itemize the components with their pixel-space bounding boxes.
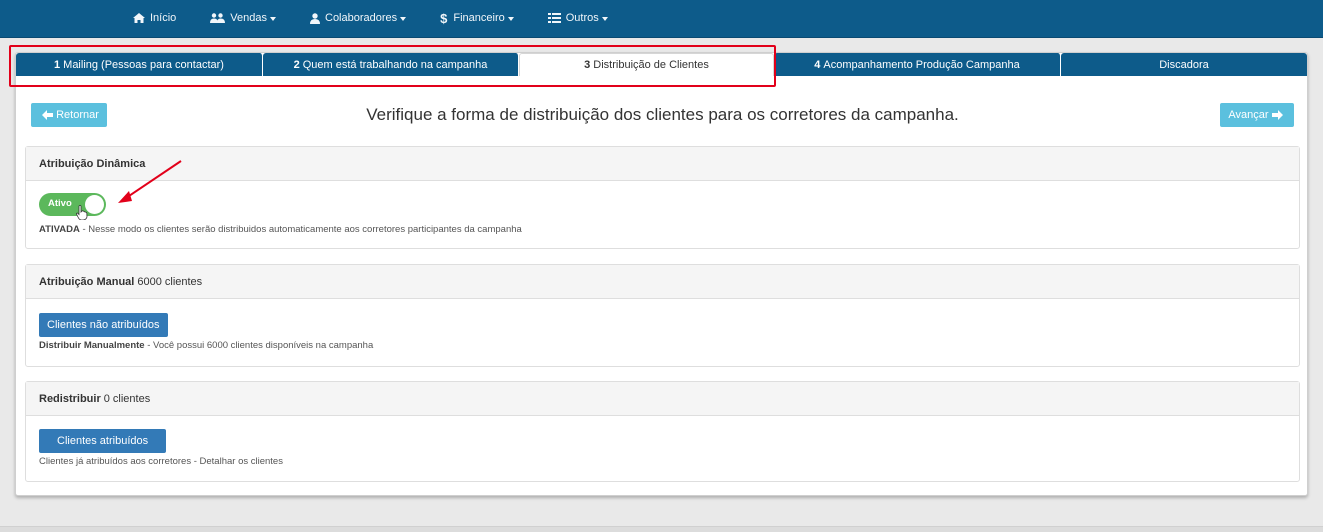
dynamic-toggle-switch[interactable]: Ativo	[39, 193, 106, 216]
nav-item-outros[interactable]: Outros	[547, 12, 608, 24]
redistribute-description: Clientes já atribuídos aos corretores - …	[39, 456, 283, 467]
tab-number: 1	[54, 58, 61, 71]
client-count: 6000 clientes	[137, 275, 203, 288]
nav-item-label: Início	[150, 12, 177, 24]
tab-label: Discadora	[1159, 58, 1209, 71]
list-icon	[547, 13, 561, 23]
toggle-label: Ativo	[48, 198, 72, 209]
tab-bar: 1 Mailing (Pessoas para contactar) 2 Quem …	[16, 53, 1307, 76]
panel-heading: Redistribuir 0 clientes	[26, 382, 1299, 416]
nav-item-label: Colaboradores	[325, 12, 398, 24]
tab-mailing[interactable]: 1 Mailing (Pessoas para contactar)	[16, 53, 263, 76]
caret-down-icon	[601, 16, 608, 21]
top-navbar: Início Vendas Colaboradores $ Financeiro…	[0, 0, 1323, 38]
panel-title: Atribuição Dinâmica	[39, 157, 146, 170]
nav-item-vendas[interactable]: Vendas	[210, 12, 276, 24]
tab-label: Quem está trabalhando na campanha	[302, 58, 488, 71]
tab-number: 3	[584, 59, 591, 71]
dollar-icon: $	[440, 10, 448, 26]
tab-distribuicao[interactable]: 3 Distribuição de Clientes	[519, 53, 774, 76]
arrow-right-icon	[1271, 110, 1283, 120]
assigned-clients-button[interactable]: Clientes atribuídos	[39, 429, 167, 453]
tab-label: Mailing (Pessoas para contactar)	[63, 58, 224, 71]
hand-cursor-icon	[76, 205, 88, 220]
description-bold: Distribuir Manualmente	[39, 340, 145, 351]
caret-down-icon	[270, 16, 276, 21]
panel-title: Redistribuir	[39, 392, 101, 405]
tab-acompanhamento[interactable]: 4 Acompanhamento Produção Campanha	[774, 53, 1061, 76]
caret-down-icon	[507, 16, 514, 21]
client-count: 0 clientes	[103, 392, 151, 405]
tab-label: Distribuição de Clientes	[593, 59, 709, 71]
main-panel: 1 Mailing (Pessoas para contactar) 2 Quem …	[15, 52, 1308, 496]
nav-item-label: Financeiro	[453, 12, 505, 24]
nav-item-label: Outros	[565, 12, 599, 24]
panel-heading: Atribuição Dinâmica	[26, 147, 1299, 181]
tab-label: Acompanhamento Produção Campanha	[823, 58, 1020, 71]
tab-number: 4	[814, 58, 821, 71]
manual-assignment-panel: Atribuição Manual 6000 clientes Clientes …	[25, 264, 1300, 367]
status-text: ATIVADA	[39, 224, 80, 235]
nav-item-colaboradores[interactable]: Colaboradores	[310, 12, 407, 24]
unassigned-clients-button[interactable]: Clientes não atribuídos	[39, 313, 168, 337]
nav-item-label: Vendas	[230, 12, 267, 24]
next-button-label: Avançar	[1228, 109, 1269, 121]
next-button[interactable]: Avançar	[1220, 103, 1294, 127]
panel-title: Atribuição Manual	[39, 275, 135, 288]
nav-item-inicio[interactable]: Início	[133, 12, 176, 24]
redistribute-panel: Redistribuir 0 clientes Clientes atribuíd…	[25, 381, 1300, 482]
panel-heading: Atribuição Manual 6000 clientes	[26, 265, 1299, 299]
home-icon	[133, 13, 145, 23]
dynamic-description: ATIVADA - Nesse modo os clientes serão d…	[39, 224, 522, 235]
page-title: Verifique a forma de distribuição dos cl…	[366, 105, 959, 124]
tab-number: 2	[293, 58, 300, 71]
tab-discadora[interactable]: Discadora	[1061, 53, 1307, 76]
nav-menu: Início Vendas Colaboradores $ Financeiro…	[133, 0, 642, 36]
caret-down-icon	[400, 16, 407, 21]
description-text: - Nesse modo os clientes serão distribui…	[79, 224, 522, 235]
user-icon	[310, 12, 320, 24]
nav-item-financeiro[interactable]: $ Financeiro	[440, 11, 514, 26]
tab-equipe[interactable]: 2 Quem está trabalhando na campanha	[263, 53, 519, 76]
users-icon	[210, 13, 226, 23]
description-text: - Você possui 6000 clientes disponíveis …	[144, 340, 374, 351]
dynamic-assignment-panel: Atribuição Dinâmica Ativo ATIVADA - Ness…	[25, 146, 1300, 249]
manual-description: Distribuir Manualmente - Você possui 600…	[39, 340, 373, 351]
footer-bar	[0, 526, 1323, 532]
